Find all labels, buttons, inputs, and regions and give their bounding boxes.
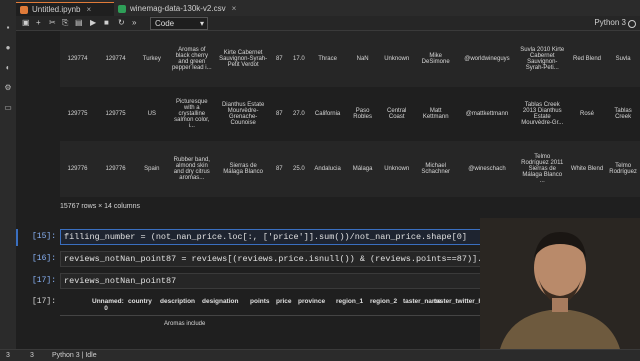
copy-icon[interactable]: ⎘ xyxy=(62,17,68,29)
cell-country: Spain xyxy=(144,166,160,172)
cell-unnamed: 129776 xyxy=(105,166,126,172)
header-province: province xyxy=(298,298,326,305)
close-icon[interactable]: × xyxy=(232,4,237,13)
run-icon[interactable]: ▶ xyxy=(90,17,96,29)
header-points: points xyxy=(250,298,270,305)
cell-region-2: Unknown xyxy=(384,166,410,172)
cell-province: Thrace xyxy=(318,56,337,62)
row-index: 129774 xyxy=(67,56,88,62)
header-region-1: region_1 xyxy=(336,298,364,305)
cell-country: Turkey xyxy=(142,56,161,62)
tab-winemag-csv[interactable]: winemag-data-130k-v2.csv × xyxy=(114,2,266,16)
cell-twitter: @worldwineguys xyxy=(464,56,510,62)
partial-description: Aromas include xyxy=(164,321,206,327)
cell-region-1: Paso Robles xyxy=(353,108,372,120)
property-inspector-icon[interactable]: ⚙ xyxy=(4,84,12,92)
cell-unnamed: 129774 xyxy=(105,56,126,62)
cell-title: Suvla 2010 Kirte Cabernet Sauvignon-Syra… xyxy=(520,47,565,71)
dataframe-shape: 15767 rows × 14 columns xyxy=(60,203,140,210)
tabs-icon[interactable]: ▭ xyxy=(4,104,12,112)
cut-icon[interactable]: ✂ xyxy=(49,17,56,29)
row-index: 129776 xyxy=(67,166,88,172)
webcam-overlay xyxy=(480,218,640,349)
cell-prompt: [16]: xyxy=(31,254,56,263)
notebook-icon xyxy=(20,6,28,14)
kernel-status-icon xyxy=(628,20,636,28)
cell-description: Picturesque with a crystalline salmon co… xyxy=(174,99,210,129)
table-row: 129775 129775 US Picturesque with a crys… xyxy=(60,87,640,141)
cell-province: Andalucia xyxy=(314,166,341,172)
cell-designation: Dianthus Estate Mourvèdre-Grenache-Couno… xyxy=(221,102,265,126)
notebook-toolbar: ▣ + ✂ ⎘ ▤ ▶ ■ ↻ » Code ▾ Python 3 xyxy=(16,16,640,31)
cell-country: US xyxy=(147,111,156,117)
status-bar: 3 3 Python 3 | Idle xyxy=(0,349,640,361)
cell-taster-name: Matt Kettmann xyxy=(422,108,449,120)
cell-taster-name: Michael Schachner xyxy=(421,163,451,175)
cell-description: Aromas of black cherry and green pepper … xyxy=(171,47,212,71)
row-index: 129775 xyxy=(67,111,88,117)
cell-title: Telmo Rodríguez 2011 Sierras de Málaga B… xyxy=(521,154,564,184)
cell-price: 17.0 xyxy=(293,56,305,62)
kernel-name[interactable]: Python 3 xyxy=(594,17,626,29)
cell-region-2: Central Coast xyxy=(387,108,407,120)
header-price: price xyxy=(276,298,292,305)
cell-price: 27.0 xyxy=(293,111,305,117)
cell-points: 87 xyxy=(275,111,283,117)
tab-label: winemag-data-130k-v2.csv xyxy=(130,4,226,13)
cell-region-1: NaN xyxy=(356,56,369,62)
header-unnamed: Unnamed: 0 xyxy=(92,298,124,312)
cell-description: Rubber band, almond skin and dry citrus … xyxy=(173,157,210,181)
save-icon[interactable]: ▣ xyxy=(22,17,30,29)
cell-twitter: @mattkettmann xyxy=(465,111,509,117)
cell-prompt: [15]: xyxy=(31,232,56,241)
dataframe-output: 129774 129774 Turkey Aromas of black che… xyxy=(60,31,640,197)
cell-prompt: [17]: xyxy=(31,276,56,285)
cell-price: 25.0 xyxy=(293,166,305,172)
tab-bar: Untitled.ipynb × winemag-data-130k-v2.csv… xyxy=(0,0,640,17)
left-sidebar: ▪ ● ◐ ⚙ ▭ xyxy=(0,16,17,349)
cell-title: Tablas Creek 2013 Dianthus Estate Mourvè… xyxy=(521,102,564,126)
stop-icon[interactable]: ■ xyxy=(104,17,109,29)
add-cell-icon[interactable]: + xyxy=(36,17,41,29)
chevron-down-icon: ▾ xyxy=(199,19,204,28)
cell-region-1: Málaga xyxy=(352,166,373,172)
header-designation: designation xyxy=(202,298,239,305)
cell-points: 87 xyxy=(275,56,283,62)
presenter-video xyxy=(480,218,640,349)
cell-unnamed: 129775 xyxy=(105,111,126,117)
cell-winery: Telmo Rodríguez xyxy=(609,163,637,175)
cell-winery: Suvla xyxy=(615,56,631,62)
cell-twitter: @wineschach xyxy=(468,166,506,172)
running-icon[interactable]: ● xyxy=(4,44,12,52)
tab-label: Untitled.ipynb xyxy=(32,5,81,14)
csv-file-icon xyxy=(118,5,126,13)
fast-forward-icon[interactable]: » xyxy=(132,17,136,29)
paste-icon[interactable]: ▤ xyxy=(75,17,83,29)
status-kernel: Python 3 | Idle xyxy=(52,352,97,359)
cell-taster-name: Mike DeSimone xyxy=(421,53,450,65)
commands-icon[interactable]: ◐ xyxy=(4,64,12,72)
header-region-2: region_2 xyxy=(370,298,398,305)
cell-points: 87 xyxy=(275,166,283,172)
cell-province: California xyxy=(314,111,341,117)
cell-variety: Rosé xyxy=(580,111,595,117)
restart-icon[interactable]: ↻ xyxy=(118,17,125,29)
cell-variety: Red Blend xyxy=(573,56,602,62)
cell-region-2: Unknown xyxy=(384,56,410,62)
cell-type-select[interactable]: Code ▾ xyxy=(150,17,208,30)
status-kernel-count: 3 xyxy=(30,352,34,359)
status-mode-count: 3 xyxy=(6,352,10,359)
table-row: 129776 129776 Spain Rubber band, almond … xyxy=(60,141,640,197)
table-row: 129774 129774 Turkey Aromas of black che… xyxy=(60,31,640,87)
header-country: country xyxy=(128,298,152,305)
header-description: description xyxy=(160,298,196,305)
folder-icon[interactable]: ▪ xyxy=(4,24,12,32)
close-icon[interactable]: × xyxy=(86,5,91,14)
cell-winery: Tablas Creek xyxy=(614,108,632,120)
output-prompt: [17]: xyxy=(31,297,56,306)
cell-designation: Sierras de Málaga Blanco xyxy=(223,163,263,175)
cell-designation: Kirte Cabernet Sauvignon-Syrah-Petit Ver… xyxy=(219,50,268,68)
cell-variety: White Blend xyxy=(570,166,604,172)
